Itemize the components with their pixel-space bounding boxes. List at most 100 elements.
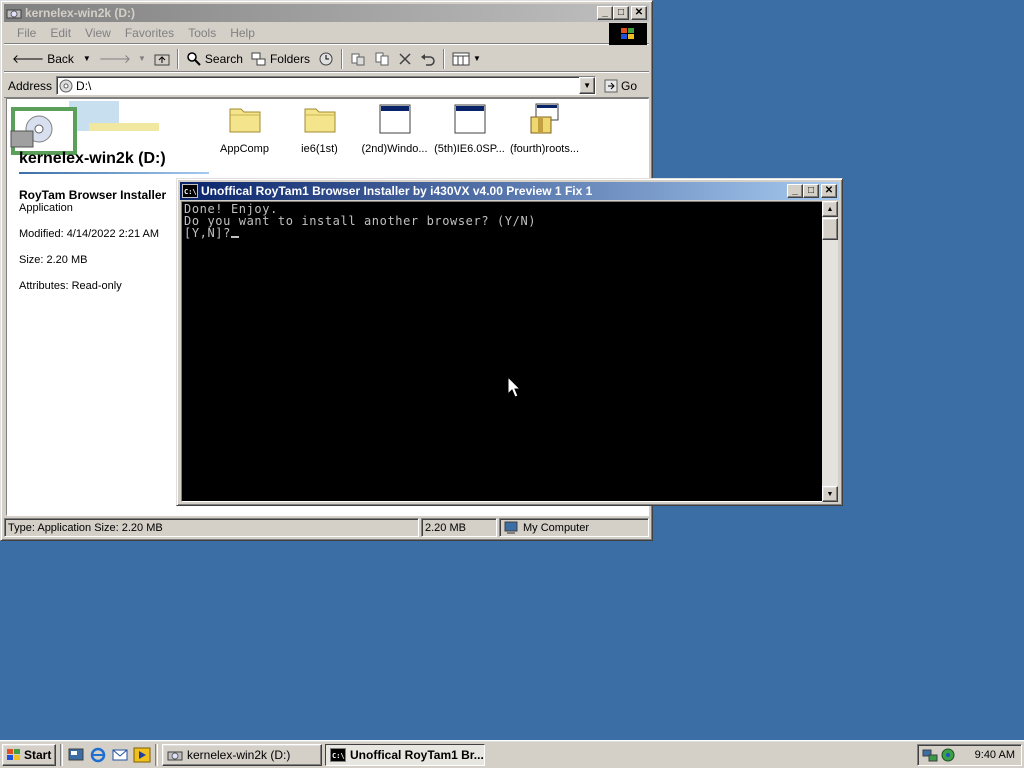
chevron-down-icon: ▼ bbox=[826, 490, 834, 498]
maximize-icon: □ bbox=[807, 185, 815, 196]
file-item-appcomp[interactable]: AppComp bbox=[207, 99, 282, 155]
console-titlebar[interactable]: C:\ Unoffical RoyTam1 Browser Installer … bbox=[180, 182, 839, 200]
vertical-scrollbar[interactable]: ▲ ▼ bbox=[822, 201, 838, 502]
address-input[interactable]: D:\ ▼ bbox=[56, 76, 597, 95]
selected-size: Size: 2.20 MB bbox=[19, 254, 88, 266]
drive-icon bbox=[167, 751, 183, 760]
status-bar: Type: Application Size: 2.20 MB 2.20 MB … bbox=[4, 518, 649, 537]
media-player-icon[interactable] bbox=[133, 746, 151, 764]
windows-logo-icon bbox=[7, 748, 20, 760]
views-button[interactable]: ▼ bbox=[448, 48, 485, 70]
explorer-titlebar[interactable]: kernelex-win2k (D:) _ □ ✕ bbox=[4, 4, 649, 22]
maximize-button[interactable]: □ bbox=[613, 6, 629, 20]
address-bar: Address D:\ ▼ Go bbox=[4, 74, 649, 98]
task-label: Unoffical RoyTam1 Br... bbox=[350, 747, 484, 762]
scroll-up-button[interactable]: ▲ bbox=[822, 201, 838, 217]
menu-favorites[interactable]: Favorites bbox=[118, 26, 181, 40]
show-desktop-icon[interactable] bbox=[67, 746, 85, 764]
explorer-title: kernelex-win2k (D:) bbox=[25, 6, 136, 20]
go-button[interactable]: Go bbox=[604, 79, 637, 93]
search-label: Search bbox=[204, 51, 243, 66]
clock[interactable]: 9:40 AM bbox=[975, 749, 1015, 761]
scroll-thumb[interactable] bbox=[822, 218, 838, 240]
file-label: (fourth)roots... bbox=[509, 143, 580, 155]
chevron-down-icon: ▼ bbox=[137, 54, 146, 63]
folder-icon bbox=[229, 108, 260, 133]
outlook-express-icon[interactable] bbox=[111, 746, 129, 764]
console-icon: C:\ bbox=[182, 184, 198, 198]
move-to-button[interactable] bbox=[346, 48, 370, 70]
menu-edit[interactable]: Edit bbox=[43, 26, 78, 40]
go-arrow-icon bbox=[604, 79, 618, 92]
go-label: Go bbox=[621, 78, 638, 93]
close-button[interactable]: ✕ bbox=[631, 6, 647, 20]
toolbar-separator bbox=[176, 48, 179, 69]
menu-view[interactable]: View bbox=[78, 26, 118, 40]
standard-toolbar: 🡐 Back ▼ 🡒 ▼ Search Folders ▼ bbox=[4, 46, 649, 72]
maximize-button[interactable]: □ bbox=[803, 184, 819, 198]
up-folder-button[interactable] bbox=[150, 48, 174, 70]
start-label: Start bbox=[24, 747, 52, 762]
drive-title: kernelex-win2k (D:) bbox=[19, 150, 166, 167]
folders-button[interactable]: Folders bbox=[247, 48, 314, 70]
file-list: AppComp ie6(1st) (2nd)Windo... (5th)IE6.… bbox=[207, 99, 582, 155]
console-icon: C:\ bbox=[330, 747, 346, 762]
text-cursor bbox=[230, 236, 239, 238]
file-item-fourth-roots[interactable]: (fourth)roots... bbox=[507, 99, 582, 155]
folders-label: Folders bbox=[269, 51, 310, 66]
selected-type: Application bbox=[19, 202, 73, 214]
status-zone: My Computer bbox=[499, 518, 649, 537]
internet-explorer-icon[interactable] bbox=[89, 746, 107, 764]
chevron-up-icon: ▲ bbox=[826, 205, 834, 213]
close-button[interactable]: ✕ bbox=[821, 184, 837, 198]
start-button[interactable]: Start bbox=[2, 743, 56, 766]
minimize-button[interactable]: _ bbox=[597, 6, 613, 20]
taskbar: Start kernelex-win2k (D:) C:\ Unoffical … bbox=[0, 740, 1024, 768]
copy-to-icon bbox=[375, 52, 389, 65]
delete-button[interactable] bbox=[394, 48, 416, 70]
file-label: ie6(1st) bbox=[301, 143, 338, 155]
my-computer-icon bbox=[504, 521, 518, 534]
forward-button[interactable]: 🡒 ▼ bbox=[95, 48, 150, 70]
file-item-5th-ie6sp[interactable]: (5th)IE6.0SP... bbox=[432, 99, 507, 155]
menu-tools[interactable]: Tools bbox=[181, 26, 223, 40]
status-zone-label: My Computer bbox=[523, 521, 590, 534]
task-button-explorer[interactable]: kernelex-win2k (D:) bbox=[162, 743, 322, 766]
windows-logo-icon bbox=[609, 23, 647, 45]
file-item-2nd-windows[interactable]: (2nd)Windo... bbox=[357, 99, 432, 155]
console-title: Unoffical RoyTam1 Browser Installer by i… bbox=[201, 184, 593, 198]
file-item-ie6[interactable]: ie6(1st) bbox=[282, 99, 357, 155]
window-app-icon bbox=[454, 104, 485, 134]
history-button[interactable] bbox=[314, 48, 338, 70]
toolbar-separator bbox=[442, 48, 445, 69]
file-label: (5th)IE6.0SP... bbox=[434, 143, 505, 155]
maximize-icon: □ bbox=[617, 7, 625, 18]
copy-to-button[interactable] bbox=[370, 48, 394, 70]
network-icon[interactable] bbox=[922, 747, 938, 763]
selected-attributes: Attributes: Read-only bbox=[19, 280, 122, 292]
mouse-pointer-icon bbox=[507, 376, 521, 398]
forward-arrow-icon: 🡒 bbox=[98, 52, 131, 66]
minimize-icon: _ bbox=[792, 185, 798, 196]
close-icon: ✕ bbox=[634, 7, 644, 18]
back-button[interactable]: 🡐 Back ▼ bbox=[8, 48, 95, 70]
console-window[interactable]: C:\ Unoffical RoyTam1 Browser Installer … bbox=[176, 178, 843, 506]
address-dropdown-button[interactable]: ▼ bbox=[579, 77, 596, 94]
menu-file[interactable]: File bbox=[10, 26, 43, 40]
toolbar-separator bbox=[340, 48, 343, 69]
back-label: Back bbox=[47, 51, 74, 66]
taskbar-separator bbox=[60, 743, 63, 766]
task-button-console[interactable]: C:\ Unoffical RoyTam1 Br... bbox=[325, 743, 485, 766]
menu-help[interactable]: Help bbox=[223, 26, 262, 40]
menu-bar: File Edit View Favorites Tools Help bbox=[4, 22, 649, 45]
views-icon bbox=[452, 52, 470, 65]
volume-icon[interactable] bbox=[940, 747, 956, 763]
folder-icon bbox=[304, 108, 335, 133]
scroll-down-button[interactable]: ▼ bbox=[822, 486, 838, 502]
undo-button[interactable] bbox=[416, 48, 440, 70]
console-output[interactable]: Done! Enjoy. Do you want to install anoth… bbox=[181, 201, 823, 502]
search-button[interactable]: Search bbox=[182, 48, 247, 70]
installer-icon bbox=[530, 103, 558, 134]
minimize-button[interactable]: _ bbox=[787, 184, 803, 198]
svg-text:C:\: C:\ bbox=[184, 188, 197, 196]
